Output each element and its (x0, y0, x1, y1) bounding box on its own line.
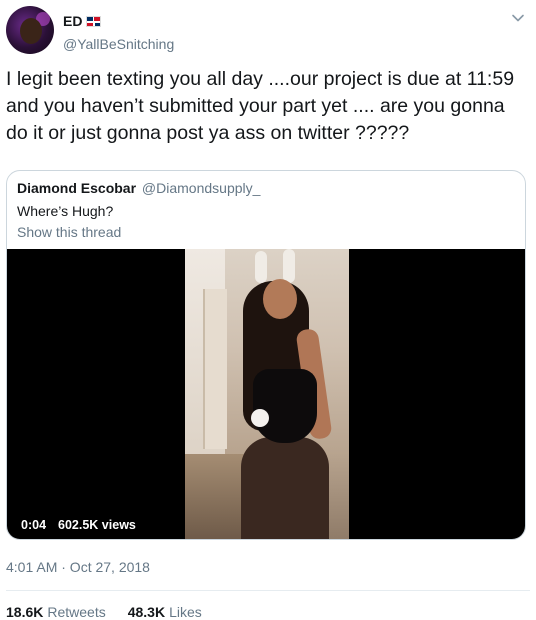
tweet-timestamp[interactable]: 4:01 AM · Oct 27, 2018 (6, 559, 150, 575)
avatar[interactable] (6, 6, 54, 54)
retweets-count: 18.6K (6, 604, 44, 620)
video-frame (185, 249, 349, 539)
video-player[interactable]: 0:04 602.5K views (7, 249, 525, 539)
tweet-text: I legit been texting you all day ....our… (6, 68, 515, 144)
tweet-header: ED @YallBeSnitching (6, 6, 530, 56)
author-handle[interactable]: @YallBeSnitching (63, 36, 174, 52)
quoted-tweet-text: Where’s Hugh? (17, 203, 114, 219)
tweet-stats: 18.6K Retweets 48.3K Likes (6, 604, 202, 620)
quoted-display-name: Diamond Escobar (17, 180, 137, 196)
video-duration: 0:04 (21, 518, 47, 532)
quoted-handle: @Diamondsupply_ (141, 180, 261, 196)
likes-stat[interactable]: 48.3K Likes (128, 604, 202, 620)
author-display-name[interactable]: ED (63, 13, 82, 29)
video-views: 602.5K views (58, 518, 136, 532)
quoted-tweet[interactable]: Diamond Escobar @Diamondsupply_ Where’s … (6, 170, 526, 540)
chevron-down-icon[interactable] (510, 10, 526, 26)
author-name-row: ED (63, 13, 102, 29)
avatar-face (20, 18, 42, 44)
dominican-republic-flag-icon (86, 15, 102, 27)
quoted-tweet-header: Diamond Escobar @Diamondsupply_ (17, 180, 260, 196)
likes-count: 48.3K (127, 604, 166, 620)
divider (6, 590, 530, 591)
likes-label: Likes (169, 604, 202, 620)
retweets-label: Retweets (47, 604, 106, 620)
video-info-badge: 0:04 602.5K views (15, 515, 142, 535)
retweets-stat[interactable]: 18.6K Retweets (6, 604, 106, 620)
show-thread-link[interactable]: Show this thread (17, 224, 121, 240)
